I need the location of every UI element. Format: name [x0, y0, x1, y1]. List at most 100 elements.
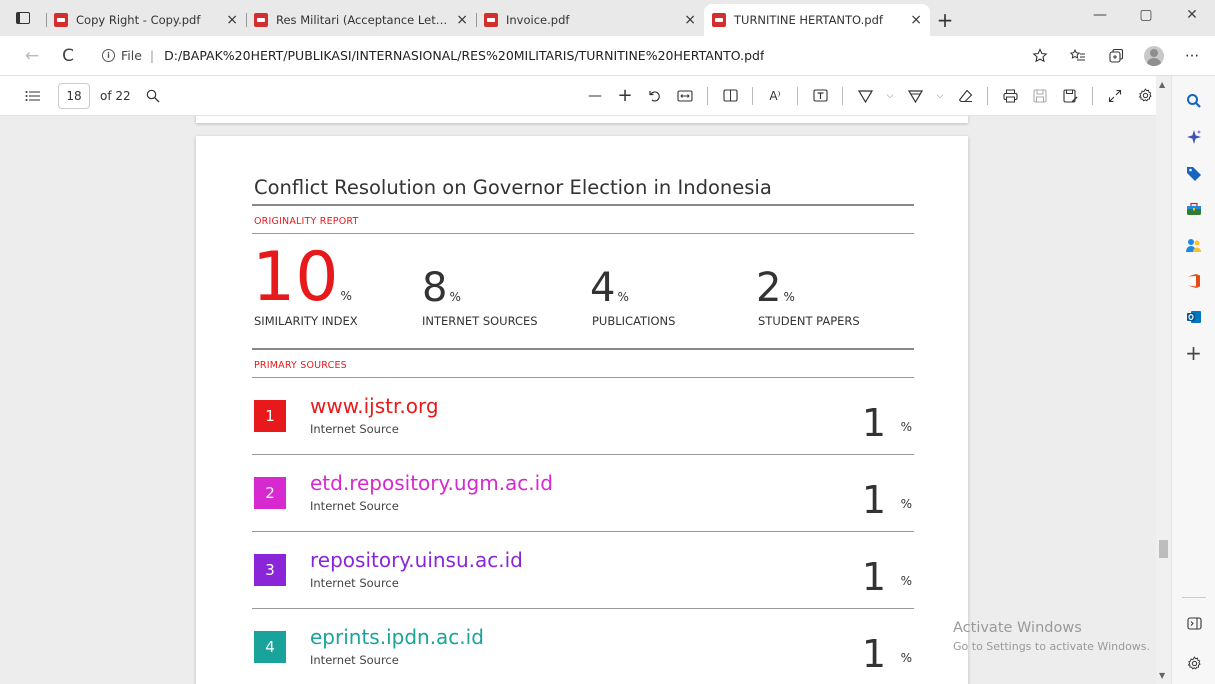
- section-rule: [252, 377, 914, 378]
- tab-title: Copy Right - Copy.pdf: [76, 13, 201, 27]
- shopping-tag-icon[interactable]: [1179, 158, 1209, 188]
- close-window-button[interactable]: ✕: [1169, 0, 1215, 30]
- scroll-up-arrow-icon[interactable]: ▲: [1159, 80, 1165, 89]
- source-row: 3 repository.uinsu.ac.id Internet Source…: [252, 538, 914, 608]
- pdf-file-icon: [484, 13, 498, 27]
- pdf-file-icon: [712, 13, 726, 27]
- tab-actions-button[interactable]: [0, 0, 46, 36]
- outlook-icon[interactable]: [1179, 302, 1209, 332]
- stat-value: 10: [252, 238, 339, 317]
- copilot-sparkle-icon[interactable]: [1179, 122, 1209, 152]
- favorites-list-icon[interactable]: [1063, 41, 1093, 71]
- save-as-icon[interactable]: [1056, 82, 1084, 110]
- source-name: repository.uinsu.ac.id: [310, 548, 523, 572]
- url-text[interactable]: D:/BAPAK%20HERT/PUBLIKASI/INTERNASIONAL/…: [164, 48, 764, 63]
- tab-bar: Copy Right - Copy.pdf × Res Militari (Ac…: [0, 0, 1215, 36]
- table-of-contents-icon[interactable]: [18, 82, 46, 110]
- pdf-file-icon: [254, 13, 268, 27]
- office-icon[interactable]: [1179, 266, 1209, 296]
- zoom-in-button[interactable]: +: [611, 82, 639, 110]
- tab-close-button[interactable]: ×: [684, 12, 696, 28]
- page-view-icon[interactable]: [716, 82, 744, 110]
- vertical-scrollbar[interactable]: ▲ ▼: [1156, 76, 1171, 684]
- info-icon[interactable]: i: [102, 49, 115, 62]
- read-aloud-button[interactable]: A⁾: [761, 82, 789, 110]
- stat-label: INTERNET SOURCES: [422, 314, 538, 328]
- section-rule: [252, 233, 914, 234]
- refresh-button[interactable]: C: [50, 40, 86, 72]
- primary-sources-label: PRIMARY SOURCES: [254, 360, 347, 371]
- source-row: 4 eprints.ipdn.ac.id Internet Source 1 %: [252, 615, 914, 684]
- source-divider: [252, 454, 914, 455]
- source-name: eprints.ipdn.ac.id: [310, 625, 484, 649]
- source-rank-badge: 3: [254, 554, 286, 586]
- edge-sidebar: +: [1171, 76, 1215, 684]
- highlight-options-chevron-icon[interactable]: ⌵: [931, 82, 949, 110]
- stat-percent: %: [449, 290, 461, 304]
- source-rank-badge: 1: [254, 400, 286, 432]
- save-icon[interactable]: [1026, 82, 1054, 110]
- zoom-out-button[interactable]: —: [581, 82, 609, 110]
- url-field[interactable]: i File | D:/BAPAK%20HERT/PUBLIKASI/INTER…: [86, 42, 1025, 70]
- source-percent-value: 1: [861, 632, 886, 676]
- pdf-file-icon: [54, 13, 68, 27]
- tab-close-button[interactable]: ×: [226, 12, 238, 28]
- source-rank-badge: 2: [254, 477, 286, 509]
- highlight-icon[interactable]: [901, 82, 929, 110]
- games-people-icon[interactable]: [1179, 230, 1209, 260]
- tab-invoice[interactable]: Invoice.pdf ×: [476, 4, 704, 36]
- tab-res-militari[interactable]: Res Militari (Acceptance Letters)... ×: [246, 4, 476, 36]
- settings-more-button[interactable]: ···: [1177, 41, 1207, 71]
- toolbar-divider: [842, 86, 843, 105]
- scroll-thumb[interactable]: [1159, 540, 1168, 558]
- pdf-settings-gear-icon[interactable]: [1131, 82, 1159, 110]
- title-rule: [252, 204, 914, 206]
- sidebar-divider: [1182, 597, 1206, 598]
- rotate-icon[interactable]: [641, 82, 669, 110]
- address-bar: ← C i File | D:/BAPAK%20HERT/PUBLIKASI/I…: [0, 36, 1215, 76]
- favorite-star-icon[interactable]: [1025, 41, 1055, 71]
- tab-title: TURNITINE HERTANTO.pdf: [734, 13, 883, 27]
- source-type: Internet Source: [310, 653, 399, 667]
- minimize-button[interactable]: —: [1077, 0, 1123, 30]
- new-tab-button[interactable]: +: [930, 4, 960, 36]
- toolbar-divider: [987, 86, 988, 105]
- source-type: Internet Source: [310, 576, 399, 590]
- scroll-down-arrow-icon[interactable]: ▼: [1159, 671, 1165, 680]
- page-number-input[interactable]: 18: [58, 82, 90, 109]
- profile-avatar[interactable]: [1139, 41, 1169, 71]
- fullscreen-expand-icon[interactable]: [1101, 82, 1129, 110]
- source-percent-value: 1: [861, 401, 886, 445]
- tab-title: Invoice.pdf: [506, 13, 570, 27]
- tab-turnitine-hertanto[interactable]: TURNITINE HERTANTO.pdf ×: [704, 4, 930, 36]
- tab-close-button[interactable]: ×: [910, 12, 922, 28]
- stat-label: PUBLICATIONS: [592, 314, 676, 328]
- fit-to-width-icon[interactable]: [671, 82, 699, 110]
- page-total-label: of 22: [100, 88, 131, 103]
- restore-button[interactable]: ▢: [1123, 0, 1169, 30]
- pdf-viewer[interactable]: Conflict Resolution on Governor Election…: [0, 116, 1156, 684]
- document-title: Conflict Resolution on Governor Election…: [254, 176, 772, 199]
- source-name: www.ijstr.org: [310, 394, 439, 418]
- collections-icon[interactable]: [1101, 41, 1131, 71]
- erase-icon[interactable]: [951, 82, 979, 110]
- hide-sidebar-icon[interactable]: [1179, 608, 1209, 638]
- tools-toolbox-icon[interactable]: [1179, 194, 1209, 224]
- draw-pen-icon[interactable]: [851, 82, 879, 110]
- source-percent-sign: %: [900, 574, 912, 588]
- print-icon[interactable]: [996, 82, 1024, 110]
- source-type: Internet Source: [310, 422, 399, 436]
- sidebar-search-icon[interactable]: [1179, 86, 1209, 116]
- add-sidebar-app-button[interactable]: +: [1179, 338, 1209, 368]
- sidebar-settings-gear-icon[interactable]: [1179, 648, 1209, 678]
- avatar-icon: [1144, 45, 1164, 66]
- tab-copy-right[interactable]: Copy Right - Copy.pdf ×: [46, 4, 246, 36]
- find-search-icon[interactable]: [139, 82, 167, 110]
- back-button[interactable]: ←: [14, 40, 50, 72]
- tab-close-button[interactable]: ×: [456, 12, 468, 28]
- stat-percent: %: [617, 290, 629, 304]
- add-text-icon[interactable]: [806, 82, 834, 110]
- stats-rule: [252, 348, 914, 350]
- draw-options-chevron-icon[interactable]: ⌵: [881, 82, 899, 110]
- originality-report-label: ORIGINALITY REPORT: [254, 216, 359, 227]
